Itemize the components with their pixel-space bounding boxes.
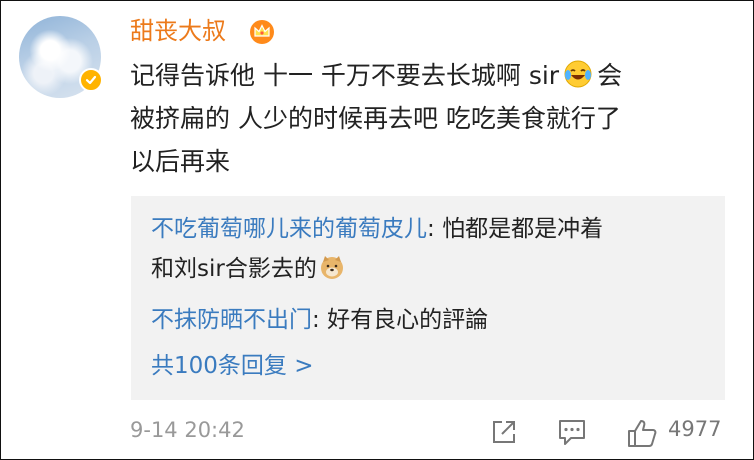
comment-text-line3: 以后再来 (130, 147, 231, 176)
reply-separator: : (312, 307, 328, 333)
more-replies-link[interactable]: 共100条回复 > (151, 346, 313, 386)
comment-icon[interactable] (557, 418, 587, 446)
reply-username[interactable]: 不吃葡萄哪儿来的葡萄皮儿 (151, 216, 427, 242)
comment-username[interactable]: 甜丧大叔 (130, 14, 226, 48)
comment-text-line2: 被挤扁的 人少的时候再去吧 吃吃美食就行了 (130, 104, 621, 133)
thumbs-up-icon[interactable] (626, 418, 658, 448)
laughing-crying-emoji (564, 60, 592, 88)
like-count: 4977 (668, 417, 722, 441)
doge-emoji (320, 256, 343, 279)
crown-icon (250, 20, 274, 44)
reply-box[interactable]: 不吃葡萄哪儿来的葡萄皮儿: 怕都是都是冲着 和刘sir合影去的 不抹防晒不出门:… (131, 196, 725, 400)
reply-item[interactable]: 不吃葡萄哪儿来的葡萄皮儿: 怕都是都是冲着 (151, 209, 603, 249)
verified-badge-icon (79, 68, 103, 92)
reply-text-cont: 和刘sir合影去的 (151, 256, 317, 282)
reply-text: 好有良心的評論 (327, 307, 489, 333)
reply-item-continued: 和刘sir合影去的 (151, 249, 345, 289)
reply-separator: : (427, 216, 443, 242)
comment-text-line1-end: 会 (597, 61, 623, 90)
comment-text-line1: 记得告诉他 十一 千万不要去长城啊 sir (130, 61, 560, 90)
comment-timestamp: 9-14 20:42 (130, 418, 245, 442)
comment-text: 记得告诉他 十一 千万不要去长城啊 sir 会 被挤扁的 人少的时候再去吧 吃吃… (130, 54, 730, 183)
reply-item[interactable]: 不抹防晒不出门: 好有良心的評論 (151, 300, 488, 340)
reply-username[interactable]: 不抹防晒不出门 (151, 307, 312, 333)
reply-text: 怕都是都是冲着 (442, 216, 604, 242)
share-icon[interactable] (490, 418, 518, 446)
